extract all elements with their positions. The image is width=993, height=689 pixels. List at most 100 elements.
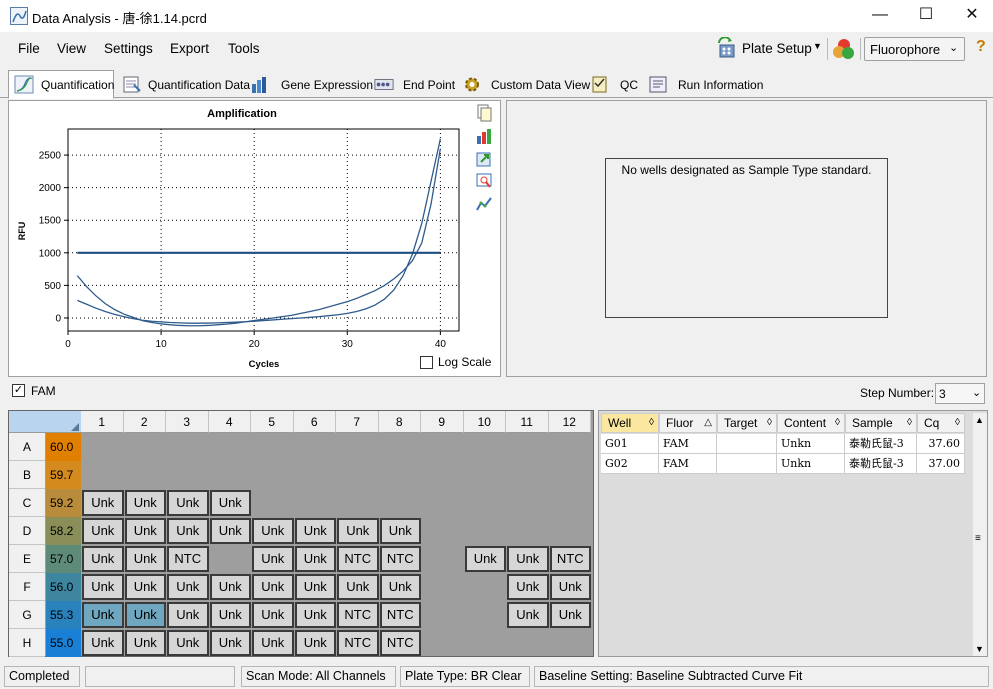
plate-well[interactable]: Unk <box>124 490 166 516</box>
plate-column-header[interactable]: 6 <box>293 411 336 433</box>
plate-well[interactable]: Unk <box>252 518 294 544</box>
plate-well[interactable]: NTC <box>337 630 379 656</box>
results-cell[interactable] <box>717 454 777 474</box>
plate-column-header[interactable]: 3 <box>166 411 209 433</box>
zoom-chart-icon[interactable] <box>475 172 493 190</box>
fam-checkbox[interactable]: ✓ <box>12 384 25 397</box>
log-scale-checkbox[interactable] <box>420 356 433 369</box>
plate-well[interactable]: Unk <box>167 574 209 600</box>
plate-row-header[interactable]: H <box>9 629 45 657</box>
plate-setup-button[interactable]: Plate Setup ▼ <box>714 37 822 61</box>
plate-column-header[interactable]: 5 <box>251 411 294 433</box>
plate-column-header[interactable]: 7 <box>336 411 379 433</box>
menu-export[interactable]: Export <box>170 41 209 56</box>
plate-well[interactable]: Unk <box>252 546 294 572</box>
plate-well[interactable]: Unk <box>124 630 166 656</box>
plate-well[interactable]: Unk <box>294 546 336 572</box>
plate-well[interactable]: Unk <box>549 602 591 628</box>
plate-well[interactable]: Unk <box>549 574 591 600</box>
plate-row-header[interactable]: F <box>9 573 45 601</box>
plate-well[interactable]: Unk <box>82 490 124 516</box>
fluorophore-select[interactable]: Fluorophore ⌄ <box>864 37 965 61</box>
tab-run-information[interactable]: Run Information <box>642 70 763 98</box>
plate-well[interactable]: Unk <box>167 602 209 628</box>
plate-column-header[interactable]: 10 <box>463 411 506 433</box>
log-scale-toggle[interactable]: Log Scale <box>420 355 494 371</box>
scroll-up-icon[interactable]: ▲ <box>975 415 984 425</box>
plate-well[interactable]: Unk <box>379 574 421 600</box>
plate-well[interactable]: Unk <box>167 630 209 656</box>
step-number-select[interactable]: 3 ⌄ <box>935 383 985 404</box>
copy-icon[interactable] <box>475 104 493 122</box>
tab-quantification[interactable]: Quantification <box>8 70 114 99</box>
results-cell[interactable]: 37.00 <box>917 454 965 474</box>
plate-well[interactable]: Unk <box>82 574 124 600</box>
chart-options-icon[interactable] <box>475 127 493 145</box>
plate-well[interactable]: Unk <box>209 518 251 544</box>
plate-well[interactable]: NTC <box>379 546 421 572</box>
dye-calibration-icon[interactable] <box>832 37 856 61</box>
help-icon[interactable]: ? <box>976 38 986 56</box>
results-cell[interactable]: FAM <box>659 454 717 474</box>
plate-well[interactable]: Unk <box>252 574 294 600</box>
plate-well[interactable]: Unk <box>507 546 549 572</box>
plate-well[interactable]: Unk <box>124 518 166 544</box>
results-cell[interactable] <box>717 434 777 454</box>
plate-well[interactable]: NTC <box>337 546 379 572</box>
plate-well[interactable]: NTC <box>379 602 421 628</box>
plate-well[interactable]: Unk <box>507 574 549 600</box>
tab-quantification-data[interactable]: Quantification Data <box>116 70 250 98</box>
minimize-button[interactable]: — <box>857 0 903 32</box>
plate-column-header[interactable]: 4 <box>208 411 251 433</box>
plate-well[interactable]: NTC <box>337 602 379 628</box>
results-scrollbar[interactable]: ▲ ≡ ▼ <box>972 413 987 656</box>
results-header-sample[interactable]: Sample ◊ <box>845 413 917 433</box>
results-header-well[interactable]: Well ◊ <box>601 413 659 433</box>
sort-icon[interactable]: △ <box>704 414 712 432</box>
plate-well[interactable]: Unk <box>337 518 379 544</box>
tab-gene-expression[interactable]: Gene Expression <box>244 70 373 98</box>
plate-well[interactable]: Unk <box>252 630 294 656</box>
plate-well[interactable]: Unk <box>209 490 251 516</box>
plate-row-header[interactable]: A <box>9 433 45 461</box>
plate-well[interactable]: Unk <box>82 518 124 544</box>
plate-well[interactable]: Unk <box>294 518 336 544</box>
plate-well[interactable]: Unk <box>82 602 124 628</box>
scroll-thumb-icon[interactable]: ≡ <box>975 533 981 544</box>
sort-icon[interactable]: ◊ <box>955 414 960 432</box>
plate-column-header[interactable]: 1 <box>81 411 124 433</box>
plate-well[interactable]: Unk <box>124 574 166 600</box>
results-header-fluor[interactable]: Fluor △ <box>659 413 717 433</box>
results-cell[interactable]: 泰勒氏鼠-3 <box>845 454 917 474</box>
sort-icon[interactable]: ◊ <box>767 414 772 432</box>
close-button[interactable]: ✕ <box>949 0 993 32</box>
menu-view[interactable]: View <box>57 41 86 56</box>
plate-column-header[interactable]: 9 <box>421 411 464 433</box>
plate-well[interactable]: Unk <box>124 602 166 628</box>
tab-end-point[interactable]: End Point <box>368 70 455 98</box>
plate-well[interactable]: Unk <box>82 546 124 572</box>
plate-well[interactable]: NTC <box>379 630 421 656</box>
plate-well[interactable]: Unk <box>209 630 251 656</box>
maximize-button[interactable]: ☐ <box>903 0 949 32</box>
results-cell[interactable]: 泰勒氏鼠-3 <box>845 434 917 454</box>
results-header-content[interactable]: Content ◊ <box>777 413 845 433</box>
results-cell[interactable]: Unkn <box>777 454 845 474</box>
plate-well[interactable]: Unk <box>294 630 336 656</box>
plate-column-header[interactable]: 8 <box>378 411 421 433</box>
plate-well[interactable]: Unk <box>507 602 549 628</box>
trace-style-icon[interactable] <box>475 195 493 213</box>
sort-icon[interactable]: ◊ <box>907 414 912 432</box>
plate-well[interactable]: Unk <box>82 630 124 656</box>
plate-well[interactable]: Unk <box>337 574 379 600</box>
plate-well[interactable]: Unk <box>294 602 336 628</box>
plate-column-header[interactable]: 11 <box>506 411 549 433</box>
plate-well[interactable]: Unk <box>167 518 209 544</box>
plate-well[interactable]: Unk <box>252 602 294 628</box>
plate-row-header[interactable]: G <box>9 601 45 629</box>
plate-row-header[interactable]: B <box>9 461 45 489</box>
plate-well[interactable]: Unk <box>124 546 166 572</box>
results-cell[interactable]: G02 <box>601 454 659 474</box>
results-header-cq[interactable]: Cq ◊ <box>917 413 965 433</box>
results-cell[interactable]: G01 <box>601 434 659 454</box>
